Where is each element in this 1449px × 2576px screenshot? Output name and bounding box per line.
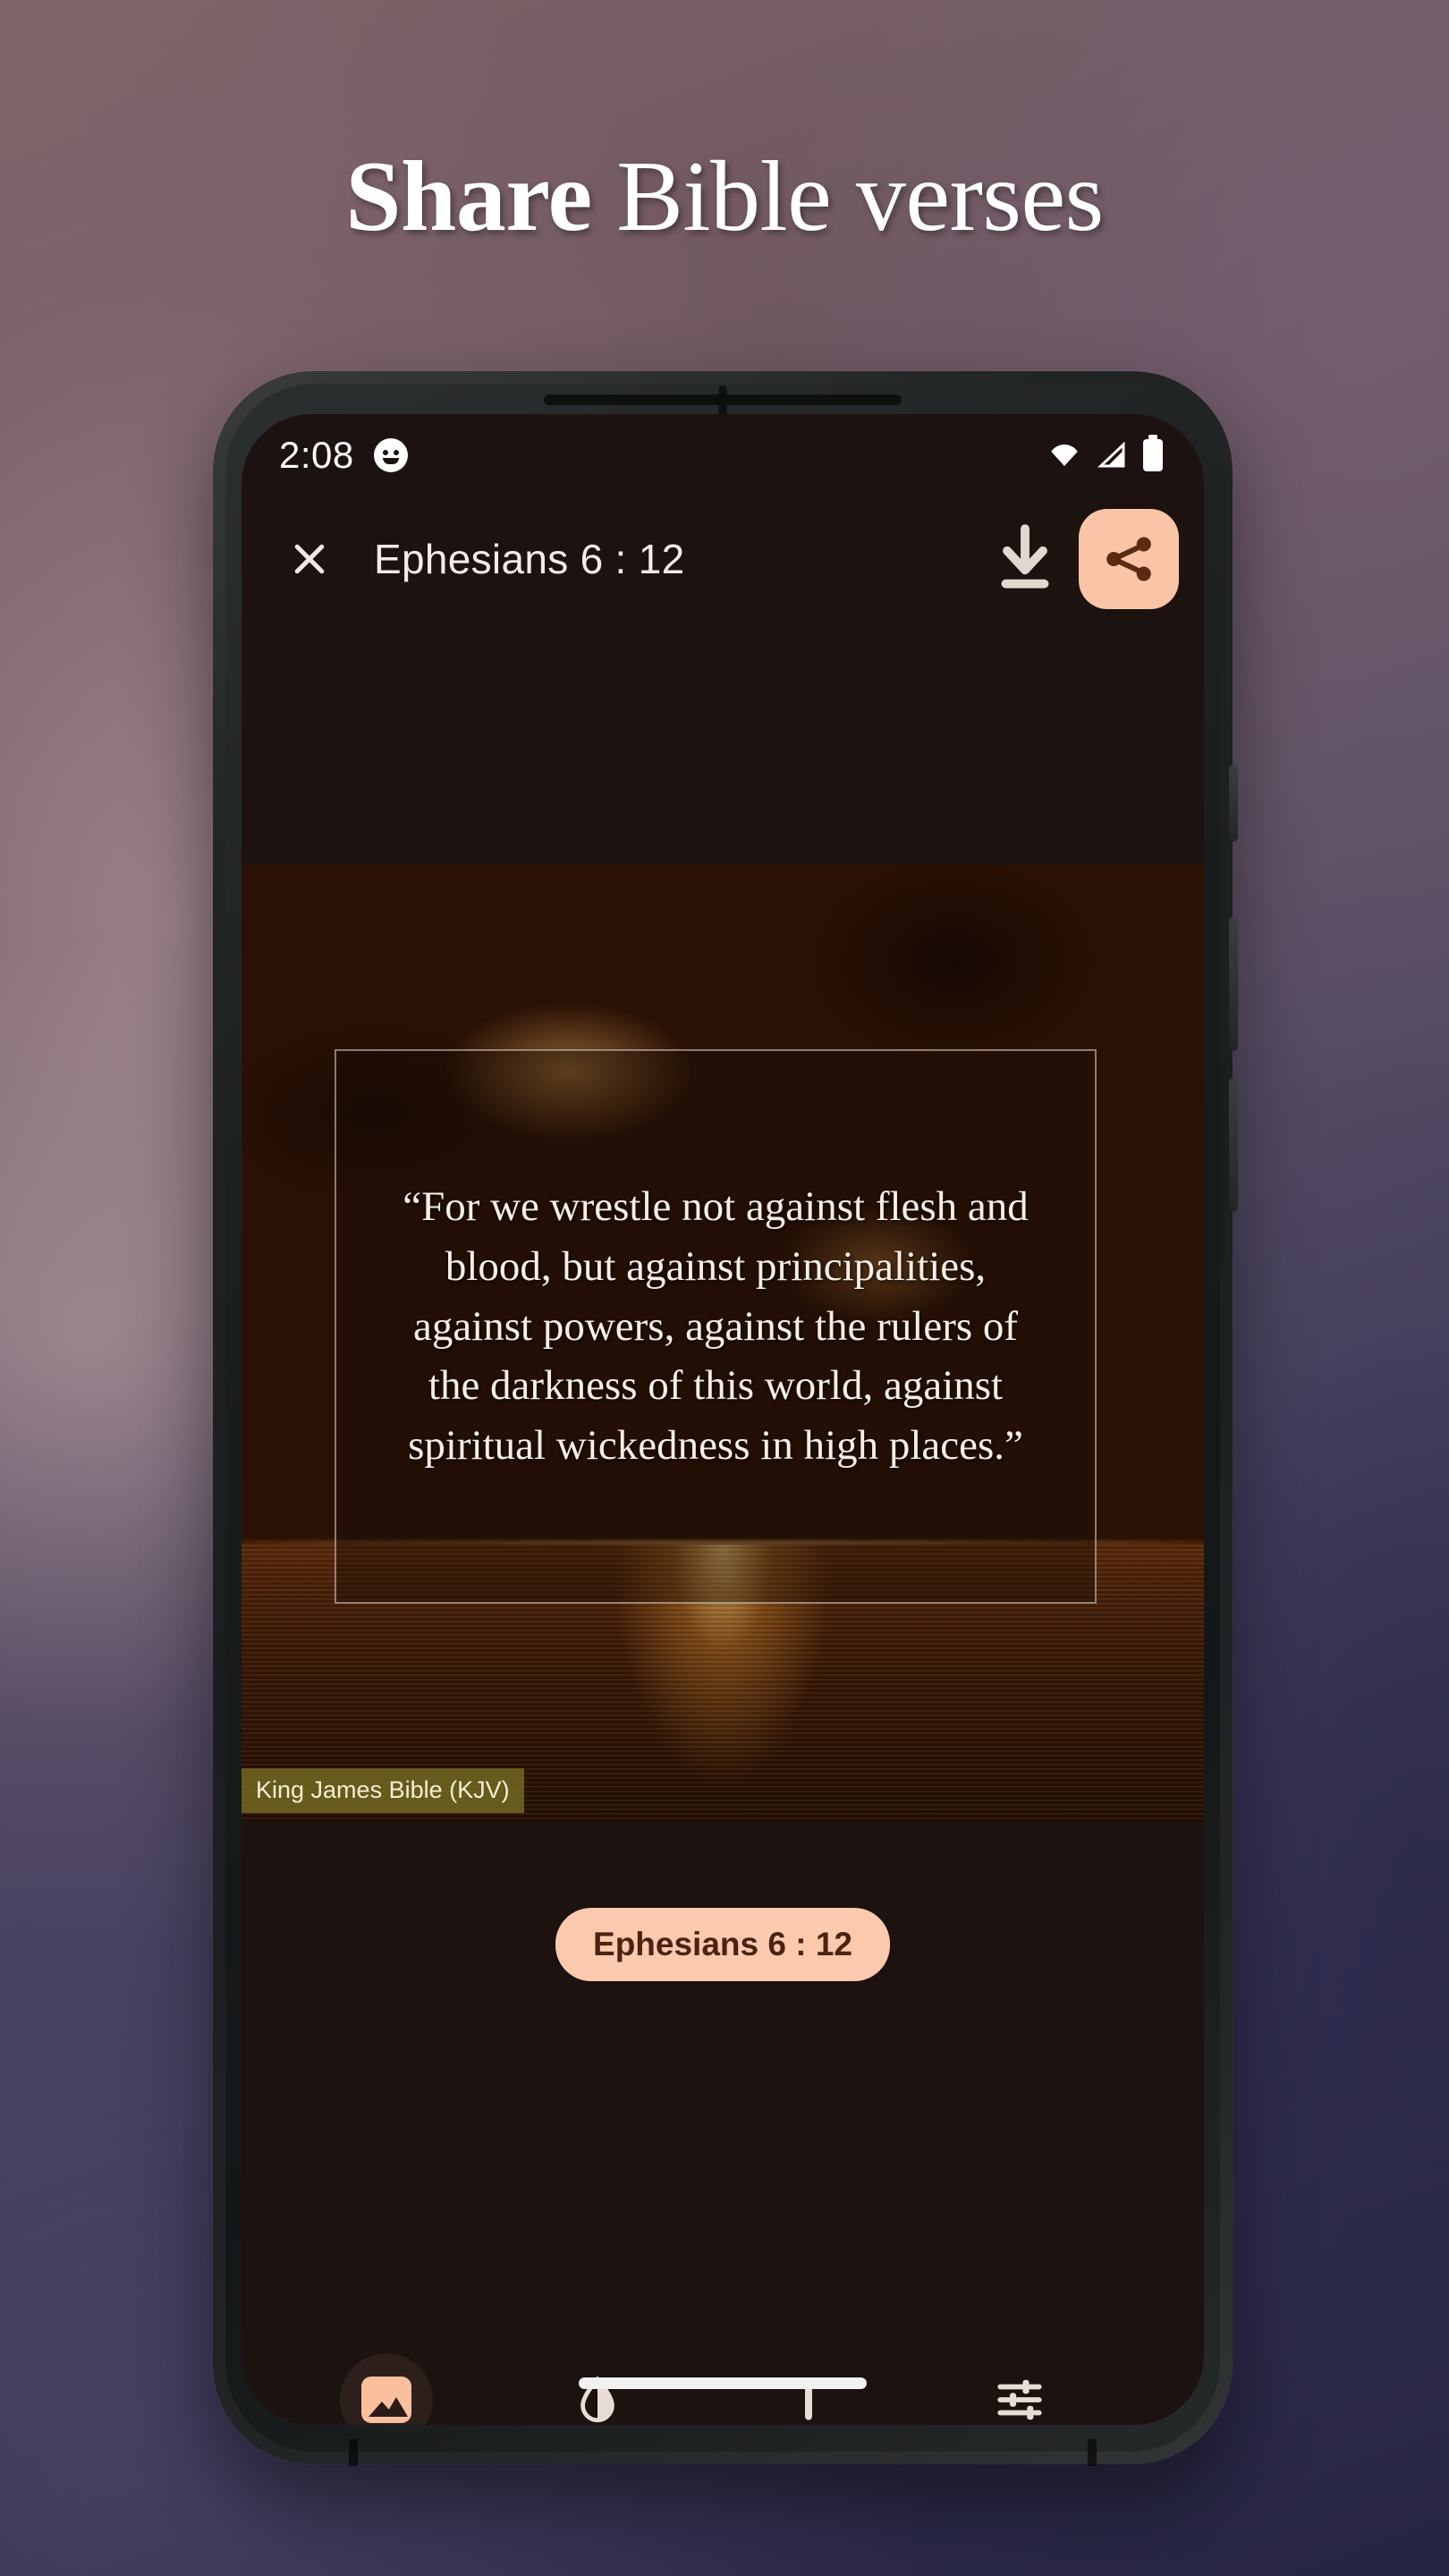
phone-frame-seam-right (1088, 2439, 1097, 2466)
promo-headline: Share Bible verses (0, 143, 1449, 251)
close-icon[interactable] (275, 525, 343, 593)
background-image-tool[interactable] (340, 2353, 433, 2425)
headline-bold-word: Share (345, 141, 592, 252)
status-bar-right (1046, 435, 1163, 471)
verse-text: “For we wrestle not against flesh and bl… (402, 1183, 1029, 1470)
share-icon (1106, 537, 1151, 581)
adjust-tool[interactable] (973, 2353, 1066, 2425)
phone-volume-up-button[interactable] (1229, 917, 1238, 1051)
verse-reference-badge[interactable]: Ephesians 6 : 12 (555, 1908, 890, 1981)
headline-light-words: Bible verses (591, 141, 1104, 252)
app-bar-title: Ephesians 6 : 12 (374, 536, 685, 582)
translation-tag: King James Bible (KJV) (242, 1768, 524, 1813)
verse-text-card[interactable]: “For we wrestle not against flesh and bl… (335, 1049, 1097, 1604)
status-bar: 2:08 (242, 414, 1204, 496)
wifi-icon (1051, 445, 1078, 466)
status-bar-left: 2:08 (279, 434, 408, 477)
tune-sliders-icon (997, 2379, 1042, 2420)
phone-power-button[interactable] (1229, 765, 1238, 842)
opacity-tool[interactable] (551, 2353, 644, 2425)
share-button[interactable] (1079, 509, 1179, 609)
battery-icon (1143, 435, 1163, 471)
cellular-signal-icon (1097, 441, 1125, 468)
text-tool[interactable] (762, 2353, 855, 2425)
phone-volume-down-button[interactable] (1229, 1078, 1238, 1212)
phone-mockup: 2:08 Ephesians 6 : 12 “For we wrestle no… (213, 371, 1238, 2466)
owl-app-icon (373, 438, 408, 472)
verse-image-canvas[interactable]: “For we wrestle not against flesh and bl… (242, 865, 1204, 1822)
phone-frame-seam-left (349, 2439, 358, 2466)
status-clock: 2:08 (279, 434, 354, 476)
image-icon (361, 2377, 411, 2423)
app-bar: Ephesians 6 : 12 (242, 496, 1204, 622)
home-indicator[interactable] (579, 2377, 867, 2389)
download-icon[interactable] (991, 523, 1059, 595)
phone-screen: 2:08 Ephesians 6 : 12 “For we wrestle no… (242, 414, 1204, 2425)
